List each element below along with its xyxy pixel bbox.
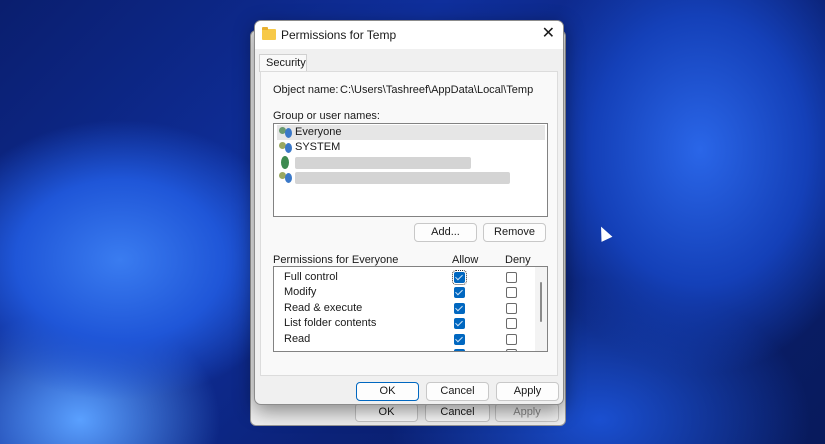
user-item-system[interactable]: SYSTEM bbox=[277, 140, 545, 155]
user-item-everyone[interactable]: Everyone bbox=[277, 125, 545, 140]
deny-checkbox[interactable] bbox=[506, 303, 517, 314]
permissions-label: Permissions for Everyone bbox=[273, 254, 399, 266]
permission-row: Full control bbox=[284, 270, 544, 285]
mouse-cursor-icon bbox=[595, 224, 613, 242]
permission-name: Read bbox=[284, 333, 311, 345]
group-icon bbox=[279, 126, 293, 139]
permission-name: Full control bbox=[284, 271, 338, 283]
scrollbar-thumb[interactable] bbox=[540, 282, 542, 322]
object-name-value: C:\Users\Tashreef\AppData\Local\Temp bbox=[340, 84, 534, 96]
permission-row: Read bbox=[284, 332, 544, 347]
cancel-button[interactable]: Cancel bbox=[426, 382, 489, 401]
close-icon[interactable]: ✕ bbox=[542, 25, 555, 43]
tab-security[interactable]: Security bbox=[259, 54, 307, 72]
security-panel: Object name: C:\Users\Tashreef\AppData\L… bbox=[260, 71, 558, 376]
permission-row: List folder contents bbox=[284, 316, 544, 331]
permissions-scrollbar[interactable] bbox=[535, 267, 547, 351]
user-item-redacted[interactable] bbox=[277, 170, 545, 185]
add-button[interactable]: Add... bbox=[414, 223, 477, 242]
object-name-label: Object name: bbox=[273, 84, 339, 96]
ok-button[interactable]: OK bbox=[356, 382, 419, 401]
allow-checkbox[interactable] bbox=[452, 270, 467, 285]
permission-row-partial bbox=[284, 347, 544, 351]
apply-button[interactable]: Apply bbox=[496, 382, 559, 401]
deny-header: Deny bbox=[505, 254, 531, 266]
permission-name: List folder contents bbox=[284, 317, 377, 329]
allow-checkbox[interactable] bbox=[454, 303, 465, 314]
background-cancel-button[interactable]: Cancel bbox=[425, 403, 490, 422]
background-apply-button: Apply bbox=[495, 403, 559, 422]
group-icon bbox=[279, 171, 293, 184]
redacted-name bbox=[295, 157, 471, 169]
group-label: Group or user names: bbox=[273, 110, 380, 122]
allow-checkbox[interactable] bbox=[454, 349, 465, 351]
permission-row: Read & execute bbox=[284, 301, 544, 316]
allow-checkbox[interactable] bbox=[454, 318, 465, 329]
deny-checkbox[interactable] bbox=[506, 334, 517, 345]
allow-checkbox[interactable] bbox=[454, 287, 465, 298]
background-ok-button[interactable]: OK bbox=[355, 403, 418, 422]
title-bar: Permissions for Temp ✕ bbox=[255, 21, 563, 49]
redacted-name bbox=[295, 172, 510, 184]
folder-icon bbox=[262, 27, 276, 40]
user-list[interactable]: Everyone SYSTEM bbox=[273, 123, 548, 217]
user-item-redacted[interactable] bbox=[277, 155, 545, 170]
remove-button[interactable]: Remove bbox=[483, 223, 546, 242]
allow-header: Allow bbox=[452, 254, 479, 266]
deny-checkbox[interactable] bbox=[506, 272, 517, 283]
deny-checkbox[interactable] bbox=[506, 318, 517, 329]
permissions-dialog: Permissions for Temp ✕ Security Object n… bbox=[254, 20, 564, 405]
permissions-list: Full control Modify Read & execute List … bbox=[273, 266, 548, 352]
allow-checkbox[interactable] bbox=[454, 334, 465, 345]
user-icon bbox=[279, 156, 293, 169]
group-icon bbox=[279, 141, 293, 154]
deny-checkbox[interactable] bbox=[506, 349, 517, 351]
user-name: SYSTEM bbox=[295, 141, 341, 153]
permission-name: Modify bbox=[284, 286, 317, 298]
deny-checkbox[interactable] bbox=[506, 287, 517, 298]
dialog-title: Permissions for Temp bbox=[281, 28, 397, 42]
permission-name: Read & execute bbox=[284, 302, 363, 314]
user-name: Everyone bbox=[295, 126, 342, 138]
permission-row: Modify bbox=[284, 285, 544, 300]
